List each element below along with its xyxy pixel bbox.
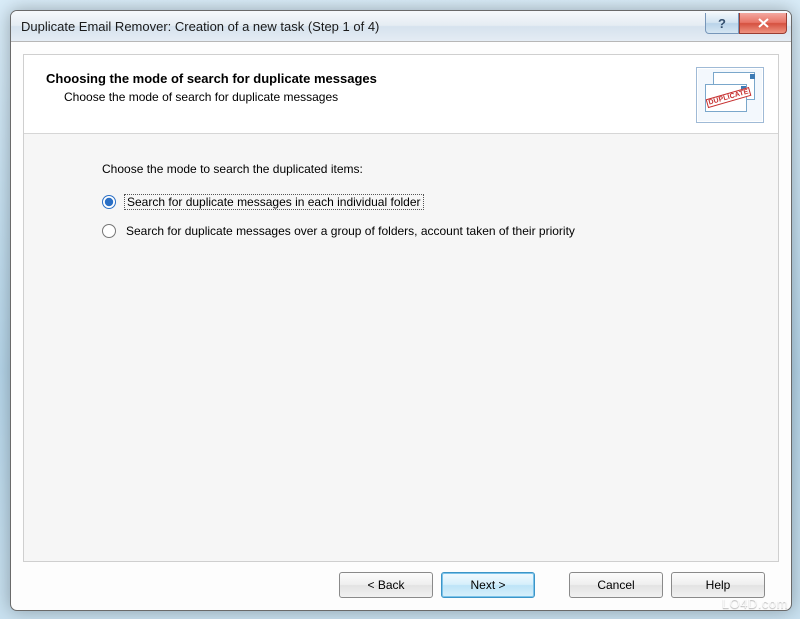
next-button[interactable]: Next > [441, 572, 535, 598]
cancel-button[interactable]: Cancel [569, 572, 663, 598]
titlebar[interactable]: Duplicate Email Remover: Creation of a n… [11, 11, 791, 42]
wizard-header: Choosing the mode of search for duplicat… [24, 55, 778, 134]
radio-label-individual[interactable]: Search for duplicate messages in each in… [124, 194, 424, 210]
title-buttons: ? [705, 13, 787, 33]
back-button[interactable]: < Back [339, 572, 433, 598]
wizard-button-bar: < Back Next > Cancel Help [23, 562, 779, 600]
window-title: Duplicate Email Remover: Creation of a n… [21, 19, 705, 34]
option-row-group: Search for duplicate messages over a gro… [102, 224, 758, 238]
close-icon [758, 18, 769, 28]
watermark-text: LO4D.com [722, 596, 788, 611]
wizard-body: Choose the mode to search the duplicated… [24, 134, 778, 561]
dialog-window: Duplicate Email Remover: Creation of a n… [10, 10, 792, 611]
help-button[interactable]: Help [671, 572, 765, 598]
client-area: Choosing the mode of search for duplicat… [11, 42, 791, 610]
help-icon: ? [718, 17, 726, 30]
help-title-button[interactable]: ? [705, 13, 739, 34]
wizard-header-text: Choosing the mode of search for duplicat… [46, 67, 696, 123]
instruction-text: Choose the mode to search the duplicated… [102, 162, 758, 176]
wizard-panel: Choosing the mode of search for duplicat… [23, 54, 779, 562]
duplicate-envelope-icon: DUPLICATE [696, 67, 764, 123]
radio-label-group[interactable]: Search for duplicate messages over a gro… [124, 224, 577, 238]
wizard-header-subtitle: Choose the mode of search for duplicate … [46, 90, 696, 104]
radio-group-folders[interactable] [102, 224, 116, 238]
close-title-button[interactable] [739, 13, 787, 34]
radio-individual-folder[interactable] [102, 195, 116, 209]
wizard-header-title: Choosing the mode of search for duplicat… [46, 71, 696, 86]
option-row-individual: Search for duplicate messages in each in… [102, 194, 758, 210]
